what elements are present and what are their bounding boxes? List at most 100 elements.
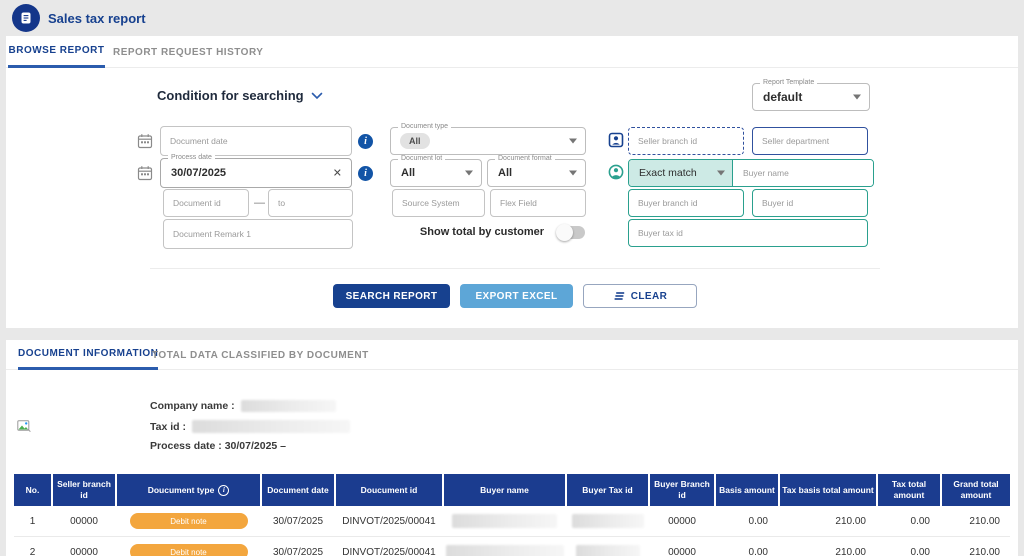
buyer-id-input[interactable] <box>752 189 868 217</box>
redacted-buyer-name <box>445 545 564 556</box>
debit-note-badge: Debit note <box>129 544 248 556</box>
dropdown-arrow-icon <box>717 170 725 176</box>
match-mode-select[interactable]: Exact match <box>629 160 733 186</box>
clear-date-icon[interactable]: ✕ <box>333 167 342 180</box>
tab-total-data-classified[interactable]: TOTAL DATA CLASSIFIED BY DOCUMENT <box>152 340 369 370</box>
tab-report-request-history[interactable]: REPORT REQUEST HISTORY <box>113 36 263 68</box>
document-date-input[interactable] <box>160 126 352 156</box>
info-icon[interactable]: i <box>358 134 373 149</box>
cell-seller-branch: 00000 <box>70 546 98 556</box>
cell-buyer-branch: 00000 <box>668 546 696 556</box>
col-document-date[interactable]: Document date <box>262 474 334 506</box>
form-divider <box>150 268 880 269</box>
document-type-all-chip[interactable]: All <box>400 133 430 149</box>
cell-tax-basis-total: 210.00 <box>835 546 866 556</box>
process-date-field[interactable]: Process date 30/07/2025 ✕ <box>160 154 352 188</box>
redacted-tax-id <box>191 420 350 433</box>
seller-department-input[interactable] <box>752 127 868 155</box>
cell-tax-total: 0.00 <box>910 546 930 556</box>
buyer-person-icon <box>608 164 624 180</box>
document-format-select[interactable]: Document format All <box>487 155 586 187</box>
dropdown-arrow-icon <box>569 170 577 176</box>
seller-badge-icon <box>608 132 624 148</box>
eraser-icon <box>614 292 624 300</box>
cell-buyer-tax-id <box>567 537 648 556</box>
info-icon[interactable]: i <box>218 484 230 496</box>
col-document-id[interactable]: Doucument id <box>336 474 442 506</box>
table-header-row: No. Seller branch id Doucument type i Do… <box>14 474 1010 506</box>
report-document-icon <box>12 4 40 32</box>
redacted-buyer-name <box>452 514 557 528</box>
cell-no: 1 <box>29 515 36 527</box>
export-excel-button[interactable]: EXPORT EXCEL <box>460 284 573 308</box>
buyer-name-field-wrap <box>733 160 873 186</box>
col-buyer-tax-id[interactable]: Buyer Tax id <box>567 474 648 506</box>
cell-document-date: 30/07/2025 <box>272 546 324 556</box>
col-basis-amount[interactable]: Basis amount <box>716 474 778 506</box>
buyer-branch-id-input[interactable] <box>628 189 744 217</box>
col-grand-total[interactable]: Grand total amount <box>942 474 1010 506</box>
cell-document-id: DINVOT/2025/00041 <box>342 546 436 556</box>
info-icon[interactable]: i <box>358 166 373 181</box>
tab-browse-report[interactable]: BROWSE REPORT <box>8 36 105 68</box>
search-report-button[interactable]: SEARCH REPORT <box>333 284 450 308</box>
results-panel: DOCUMENT INFORMATION TOTAL DATA CLASSIFI… <box>6 340 1018 556</box>
redacted-buyer-tax-id <box>571 514 644 528</box>
cell-grand-total: 210.00 <box>969 515 1000 527</box>
company-name-line: Company name : <box>150 400 336 412</box>
main-tab-bar: BROWSE REPORT REPORT REQUEST HISTORY <box>6 36 1018 68</box>
dropdown-arrow-icon <box>853 94 861 100</box>
process-date-value: 30/07/2025 <box>171 167 227 179</box>
toggle-knob <box>556 224 573 241</box>
tax-id-line: Tax id : <box>150 420 350 433</box>
buyer-name-search-combo: Exact match <box>628 159 874 187</box>
document-lot-select[interactable]: Document lot All <box>390 155 482 187</box>
document-id-input[interactable] <box>163 189 249 217</box>
document-type-select[interactable]: Document type All <box>390 123 586 155</box>
show-total-label: Show total by customer <box>419 226 544 238</box>
document-remark-input[interactable] <box>163 219 353 249</box>
col-seller-branch-id[interactable]: Seller branch id <box>53 474 115 506</box>
cell-document-date: 30/07/2025 <box>272 515 324 527</box>
table-row[interactable]: 1 00000 Debit note 30/07/2025 DINVOT/202… <box>14 506 1010 537</box>
dropdown-arrow-icon <box>569 138 577 144</box>
condition-section-title: Condition for searching <box>157 88 323 103</box>
table-row[interactable]: 2 00000 Debit note 30/07/2025 DINVOT/202… <box>14 537 1010 556</box>
cell-buyer-name <box>444 537 565 556</box>
flex-field-input[interactable] <box>490 189 586 217</box>
cell-buyer-branch: 00000 <box>668 515 696 527</box>
range-dash: — <box>254 197 265 209</box>
source-system-input[interactable] <box>392 189 485 217</box>
debit-note-badge: Debit note <box>129 513 248 529</box>
col-buyer-branch-id[interactable]: Buyer Branch id <box>650 474 714 506</box>
col-tax-total[interactable]: Tax total amount <box>878 474 940 506</box>
cell-seller-branch: 00000 <box>70 515 98 527</box>
seller-branch-id-input[interactable] <box>628 127 744 155</box>
clear-button[interactable]: CLEAR <box>583 284 697 308</box>
cell-buyer-tax-id <box>567 506 648 536</box>
calendar-icon <box>137 166 153 181</box>
col-tax-basis-total[interactable]: Tax basis total amount <box>780 474 876 506</box>
tab-document-information[interactable]: DOCUMENT INFORMATION <box>18 340 159 370</box>
page-title: Sales tax report <box>48 10 146 26</box>
broken-image-icon <box>17 420 31 432</box>
redacted-company-name <box>240 400 336 412</box>
document-id-to-input[interactable] <box>268 189 353 217</box>
process-date-line: Process date : 30/07/2025 – <box>150 440 287 452</box>
buyer-tax-id-input[interactable] <box>628 219 868 247</box>
sales-tax-report-page: Sales tax report BROWSE REPORT REPORT RE… <box>0 0 1024 556</box>
calendar-icon <box>137 134 153 149</box>
search-panel: BROWSE REPORT REPORT REQUEST HISTORY Con… <box>6 36 1018 328</box>
cell-tax-total: 0.00 <box>910 515 930 527</box>
col-document-type[interactable]: Doucument type i <box>117 474 260 506</box>
top-bar: Sales tax report <box>0 0 1024 36</box>
col-buyer-name[interactable]: Buyer name <box>444 474 565 506</box>
cell-basis-amount: 0.00 <box>748 546 768 556</box>
show-total-toggle[interactable] <box>556 224 585 241</box>
report-template-select[interactable]: Report Template default <box>752 79 870 111</box>
chevron-down-icon[interactable] <box>311 92 323 100</box>
cell-document-type: Debit note <box>117 506 260 536</box>
col-no[interactable]: No. <box>14 474 51 506</box>
cell-document-type: Debit note <box>117 537 260 556</box>
buyer-name-input[interactable] <box>733 160 873 186</box>
